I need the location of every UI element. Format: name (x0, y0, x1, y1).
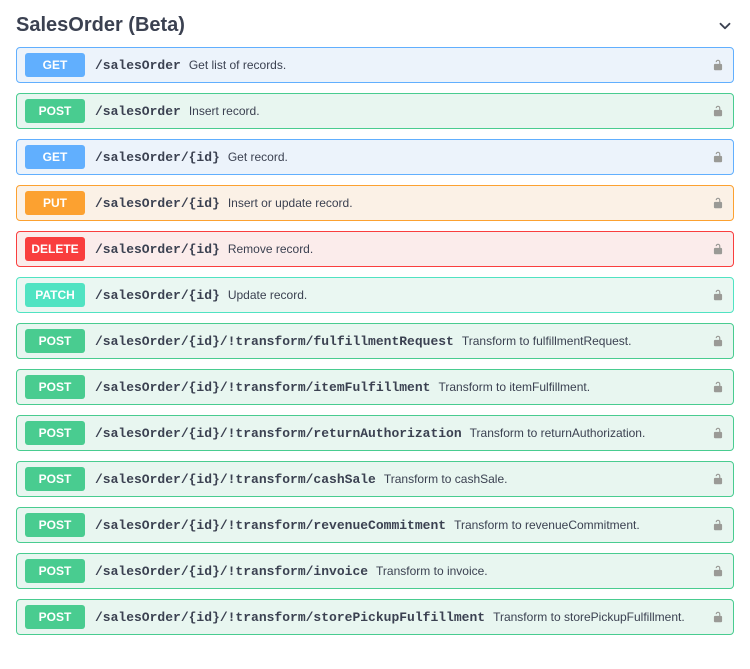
endpoint-summary: Get record. (228, 150, 288, 164)
endpoint-path: /salesOrder/{id} (95, 288, 220, 303)
unlock-icon[interactable] (711, 518, 725, 532)
unlock-icon[interactable] (711, 472, 725, 486)
unlock-icon[interactable] (711, 104, 725, 118)
endpoint-summary: Remove record. (228, 242, 313, 256)
unlock-icon[interactable] (711, 242, 725, 256)
operation-row[interactable]: POST/salesOrder/{id}/!transform/returnAu… (16, 415, 734, 451)
method-badge: POST (25, 375, 85, 399)
method-badge: DELETE (25, 237, 85, 261)
endpoint-summary: Insert record. (189, 104, 260, 118)
endpoint-path: /salesOrder/{id}/!transform/revenueCommi… (95, 518, 446, 533)
endpoint-path: /salesOrder/{id}/!transform/itemFulfillm… (95, 380, 430, 395)
method-badge: GET (25, 53, 85, 77)
endpoint-path: /salesOrder/{id}/!transform/cashSale (95, 472, 376, 487)
operation-row[interactable]: POST/salesOrder/{id}/!transform/cashSale… (16, 461, 734, 497)
endpoint-summary: Transform to fulfillmentRequest. (462, 334, 632, 348)
section-header[interactable]: SalesOrder (Beta) (16, 14, 734, 37)
operation-row[interactable]: DELETE/salesOrder/{id} Remove record. (16, 231, 734, 267)
operations-list: GET/salesOrder Get list of records. POST/s… (16, 47, 734, 635)
operation-row[interactable]: POST/salesOrder/{id}/!transform/fulfillm… (16, 323, 734, 359)
endpoint-path: /salesOrder/{id}/!transform/returnAuthor… (95, 426, 462, 441)
operation-row[interactable]: PUT/salesOrder/{id} Insert or update reco… (16, 185, 734, 221)
endpoint-path: /salesOrder/{id}/!transform/fulfillmentR… (95, 334, 454, 349)
endpoint-summary: Insert or update record. (228, 196, 353, 210)
endpoint-path: /salesOrder (95, 58, 181, 73)
unlock-icon[interactable] (711, 334, 725, 348)
method-badge: POST (25, 559, 85, 583)
endpoint-path: /salesOrder/{id} (95, 242, 220, 257)
method-badge: POST (25, 99, 85, 123)
endpoint-path: /salesOrder/{id}/!transform/storePickupF… (95, 610, 485, 625)
endpoint-summary: Transform to storePickupFulfillment. (493, 610, 685, 624)
unlock-icon[interactable] (711, 150, 725, 164)
unlock-icon[interactable] (711, 58, 725, 72)
method-badge: POST (25, 605, 85, 629)
method-badge: GET (25, 145, 85, 169)
operation-row[interactable]: POST/salesOrder/{id}/!transform/invoice T… (16, 553, 734, 589)
endpoint-path: /salesOrder (95, 104, 181, 119)
endpoint-summary: Get list of records. (189, 58, 286, 72)
unlock-icon[interactable] (711, 564, 725, 578)
method-badge: PATCH (25, 283, 85, 307)
endpoint-summary: Transform to returnAuthorization. (470, 426, 646, 440)
endpoint-path: /salesOrder/{id} (95, 196, 220, 211)
unlock-icon[interactable] (711, 288, 725, 302)
method-badge: PUT (25, 191, 85, 215)
operation-row[interactable]: GET/salesOrder/{id} Get record. (16, 139, 734, 175)
endpoint-path: /salesOrder/{id}/!transform/invoice (95, 564, 368, 579)
unlock-icon[interactable] (711, 610, 725, 624)
endpoint-summary: Transform to itemFulfillment. (438, 380, 590, 394)
operation-row[interactable]: POST/salesOrder Insert record. (16, 93, 734, 129)
method-badge: POST (25, 421, 85, 445)
operation-row[interactable]: GET/salesOrder Get list of records. (16, 47, 734, 83)
method-badge: POST (25, 329, 85, 353)
operation-row[interactable]: POST/salesOrder/{id}/!transform/itemFulf… (16, 369, 734, 405)
endpoint-summary: Transform to invoice. (376, 564, 488, 578)
endpoint-summary: Update record. (228, 288, 307, 302)
unlock-icon[interactable] (711, 196, 725, 210)
operation-row[interactable]: POST/salesOrder/{id}/!transform/storePic… (16, 599, 734, 635)
method-badge: POST (25, 467, 85, 491)
unlock-icon[interactable] (711, 380, 725, 394)
section-title: SalesOrder (Beta) (16, 14, 185, 37)
chevron-down-icon (716, 17, 734, 35)
method-badge: POST (25, 513, 85, 537)
endpoint-summary: Transform to cashSale. (384, 472, 508, 486)
operation-row[interactable]: PATCH/salesOrder/{id} Update record. (16, 277, 734, 313)
operation-row[interactable]: POST/salesOrder/{id}/!transform/revenueC… (16, 507, 734, 543)
endpoint-summary: Transform to revenueCommitment. (454, 518, 640, 532)
endpoint-path: /salesOrder/{id} (95, 150, 220, 165)
unlock-icon[interactable] (711, 426, 725, 440)
